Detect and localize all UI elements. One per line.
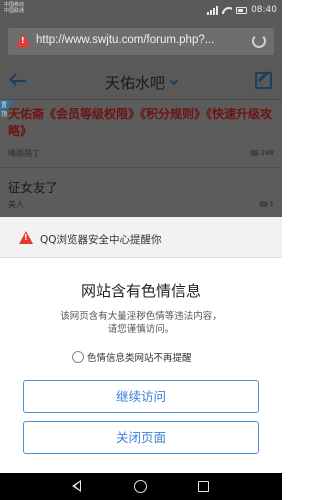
edit-icon[interactable] [255, 72, 272, 89]
url-text[interactable]: http://www.swjtu.com/forum.php?... [36, 34, 214, 46]
post-title[interactable]: 天佑斋《会员等级权限》《积分规则》《快速升级攻略》 [8, 106, 276, 140]
warning-icon[interactable]: ! [16, 34, 30, 47]
forum-title-text: 天佑水吧 [104, 74, 165, 92]
forum-header: 天佑水吧 [0, 62, 282, 100]
no-remind-option[interactable]: 色情信息类网站不再提醒 [72, 350, 192, 364]
carrier-name-2: 中国联通 [4, 8, 25, 14]
comment-icon [258, 201, 268, 207]
dialog-title: 网站含有色情信息 [80, 282, 201, 300]
post-author: 美人 [8, 200, 24, 209]
post-title[interactable]: 征女友了 [8, 177, 58, 196]
chevron-down-icon [169, 76, 179, 86]
comment-icon [249, 150, 259, 156]
nav-home-icon[interactable] [134, 480, 147, 493]
wifi-icon [222, 6, 232, 14]
list-item[interactable]: 置顶 天佑斋《会员等级权限》《积分规则》《快速升级攻略》 晴雨飛了 248 [0, 100, 282, 168]
no-remind-radio[interactable] [72, 351, 84, 363]
dialog-header-text: QQ浏览器安全中心提醒你 [40, 234, 162, 246]
warning-icon: ! [19, 231, 33, 244]
reply-count-value: 1 [269, 200, 274, 208]
nav-recent-apps-icon[interactable] [198, 481, 209, 492]
no-remind-label[interactable]: 色情信息类网站不再提醒 [87, 350, 192, 364]
carrier-info: 中国移动 中国联通 [4, 2, 24, 14]
pinned-badge-label: 置顶 [1, 102, 8, 118]
status-bar: 中国移动 中国联通 08:40 [0, 0, 282, 20]
dialog-header: ! QQ浏览器安全中心提醒你 [0, 217, 282, 258]
close-page-button[interactable]: 关闭页面 [23, 421, 259, 454]
dialog-description-line: 请您谨慎访问。 [107, 324, 175, 335]
status-indicators: 08:40 [207, 3, 277, 17]
reply-count: 1 [258, 200, 274, 208]
dialog-description: 该网页含有大量淫秽色情等违法内容， 请您谨慎访问。 [0, 310, 282, 336]
forum-title[interactable]: 天佑水吧 [0, 72, 282, 93]
reply-count: 248 [249, 149, 274, 157]
reply-count-value: 248 [260, 149, 274, 157]
security-warning-dialog: ! QQ浏览器安全中心提醒你 网站含有色情信息 该网页含有大量淫秽色情等违法内容… [0, 217, 282, 473]
dialog-description-line: 该网页含有大量淫秽色情等违法内容， [60, 311, 222, 322]
continue-button[interactable]: 继续访问 [23, 380, 259, 413]
list-item[interactable]: 征女友了 美人 1 [0, 168, 282, 217]
address-bar[interactable]: ! http://www.swjtu.com/forum.php?... [8, 28, 274, 55]
post-author: 晴雨飛了 [8, 149, 40, 158]
clock: 08:40 [251, 5, 277, 15]
nav-back-icon[interactable] [72, 480, 81, 492]
navigation-bar [0, 473, 282, 500]
reload-icon[interactable] [252, 34, 266, 48]
browser-toolbar: ! http://www.swjtu.com/forum.php?... [0, 20, 282, 62]
battery-icon [236, 6, 248, 14]
signal-icon [207, 5, 219, 15]
post-list: 置顶 天佑斋《会员等级权限》《积分规则》《快速升级攻略》 晴雨飛了 248 征女… [0, 100, 282, 217]
